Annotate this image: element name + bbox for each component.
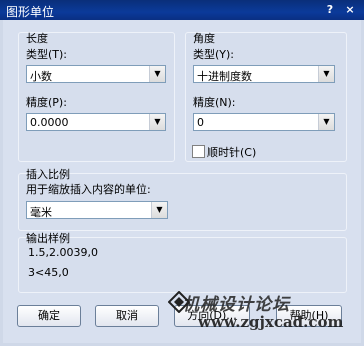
title-bar: 图形单位 ? × <box>0 0 364 20</box>
angle-precision-select[interactable]: 0 ▼ <box>193 113 335 131</box>
angle-precision-value: 0 <box>197 116 204 129</box>
length-type-value: 小数 <box>30 70 52 83</box>
length-group-label: 长度 <box>26 32 48 45</box>
length-precision-value: 0.0000 <box>30 116 69 129</box>
watermark-text: 机械设计论坛 <box>182 295 290 315</box>
angle-group-label: 角度 <box>193 32 215 45</box>
length-type-select[interactable]: 小数 ▼ <box>26 65 166 83</box>
chevron-down-icon[interactable]: ▼ <box>149 66 165 82</box>
insert-units-label: 用于缩放插入内容的单位: <box>26 183 151 196</box>
length-precision-label: 精度(P): <box>26 96 67 109</box>
sample-output-line-2: 3<45,0 <box>28 266 69 279</box>
angle-type-select[interactable]: 十进制度数 ▼ <box>193 65 335 83</box>
insert-units-value: 毫米 <box>30 206 52 219</box>
length-type-label: 类型(T): <box>26 48 68 61</box>
clockwise-checkbox[interactable] <box>192 145 205 158</box>
angle-precision-label: 精度(N): <box>193 96 236 109</box>
chevron-down-icon[interactable]: ▼ <box>151 202 167 218</box>
chevron-down-icon[interactable]: ▼ <box>318 66 334 82</box>
watermark-url: www.zgjxcad.com <box>198 313 344 331</box>
chevron-down-icon[interactable]: ▼ <box>318 114 334 130</box>
close-icon[interactable]: × <box>341 2 359 17</box>
sample-output-group-label: 输出样例 <box>26 232 70 245</box>
ok-button[interactable]: 确定 <box>17 305 81 327</box>
sample-output-line-1: 1.5,2.0039,0 <box>28 246 98 259</box>
angle-type-label: 类型(Y): <box>193 48 235 61</box>
angle-type-value: 十进制度数 <box>197 70 252 83</box>
chevron-down-icon[interactable]: ▼ <box>149 114 165 130</box>
watermark: 机械设计论坛 www.zgjxcad.com <box>168 290 358 342</box>
cancel-button[interactable]: 取消 <box>95 305 159 327</box>
insert-scale-group-label: 插入比例 <box>26 168 70 181</box>
clockwise-label[interactable]: 顺时针(C) <box>207 144 256 160</box>
length-precision-select[interactable]: 0.0000 ▼ <box>26 113 166 131</box>
window-title: 图形单位 <box>6 5 55 19</box>
help-icon[interactable]: ? <box>322 2 338 17</box>
insert-units-select[interactable]: 毫米 ▼ <box>26 201 168 219</box>
